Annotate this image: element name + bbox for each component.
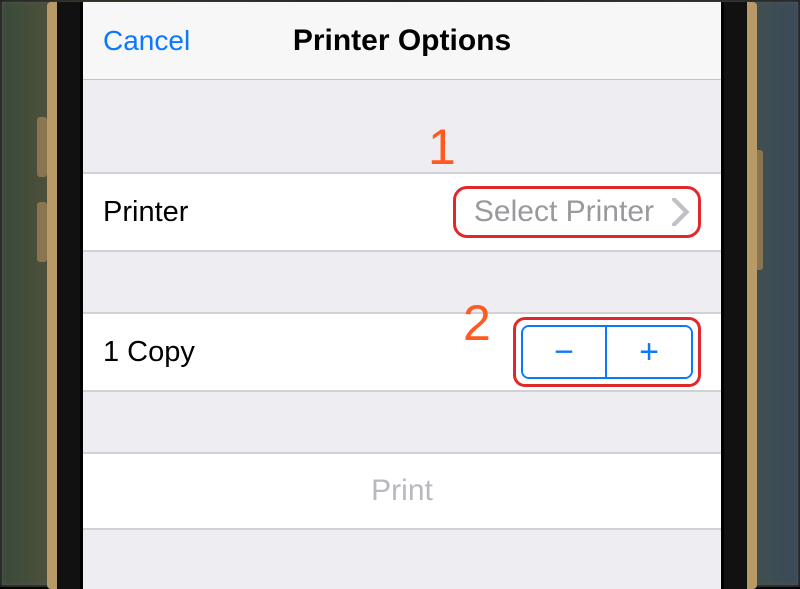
volume-down-button <box>37 202 47 262</box>
stepper-plus-button[interactable]: + <box>607 327 691 377</box>
chevron-right-icon <box>672 198 690 226</box>
annotation-highlight-2: − + <box>513 317 701 387</box>
volume-up-button <box>37 117 47 177</box>
section-spacer <box>83 80 721 172</box>
copies-label: 1 Copy <box>103 336 195 369</box>
annotation-number-2: 2 <box>463 294 491 352</box>
printer-label: Printer <box>103 196 188 229</box>
printer-row[interactable]: Printer Select Printer <box>83 172 721 252</box>
print-button[interactable]: Print <box>371 474 433 508</box>
print-row[interactable]: Print <box>83 452 721 530</box>
annotation-number-1: 1 <box>428 118 456 176</box>
annotation-highlight-1: Select Printer <box>453 186 701 238</box>
copies-stepper: − + <box>521 325 693 379</box>
navbar: Cancel Printer Options <box>83 2 721 80</box>
section-spacer <box>83 392 721 452</box>
cancel-button[interactable]: Cancel <box>103 25 190 57</box>
section-spacer <box>83 252 721 312</box>
device-frame: Cancel Printer Options Printer Select Pr… <box>0 0 800 587</box>
printer-value: Select Printer <box>474 195 654 229</box>
stepper-minus-button[interactable]: − <box>523 327 607 377</box>
screen: Cancel Printer Options Printer Select Pr… <box>80 2 724 589</box>
copies-row: 1 Copy − + <box>83 312 721 392</box>
